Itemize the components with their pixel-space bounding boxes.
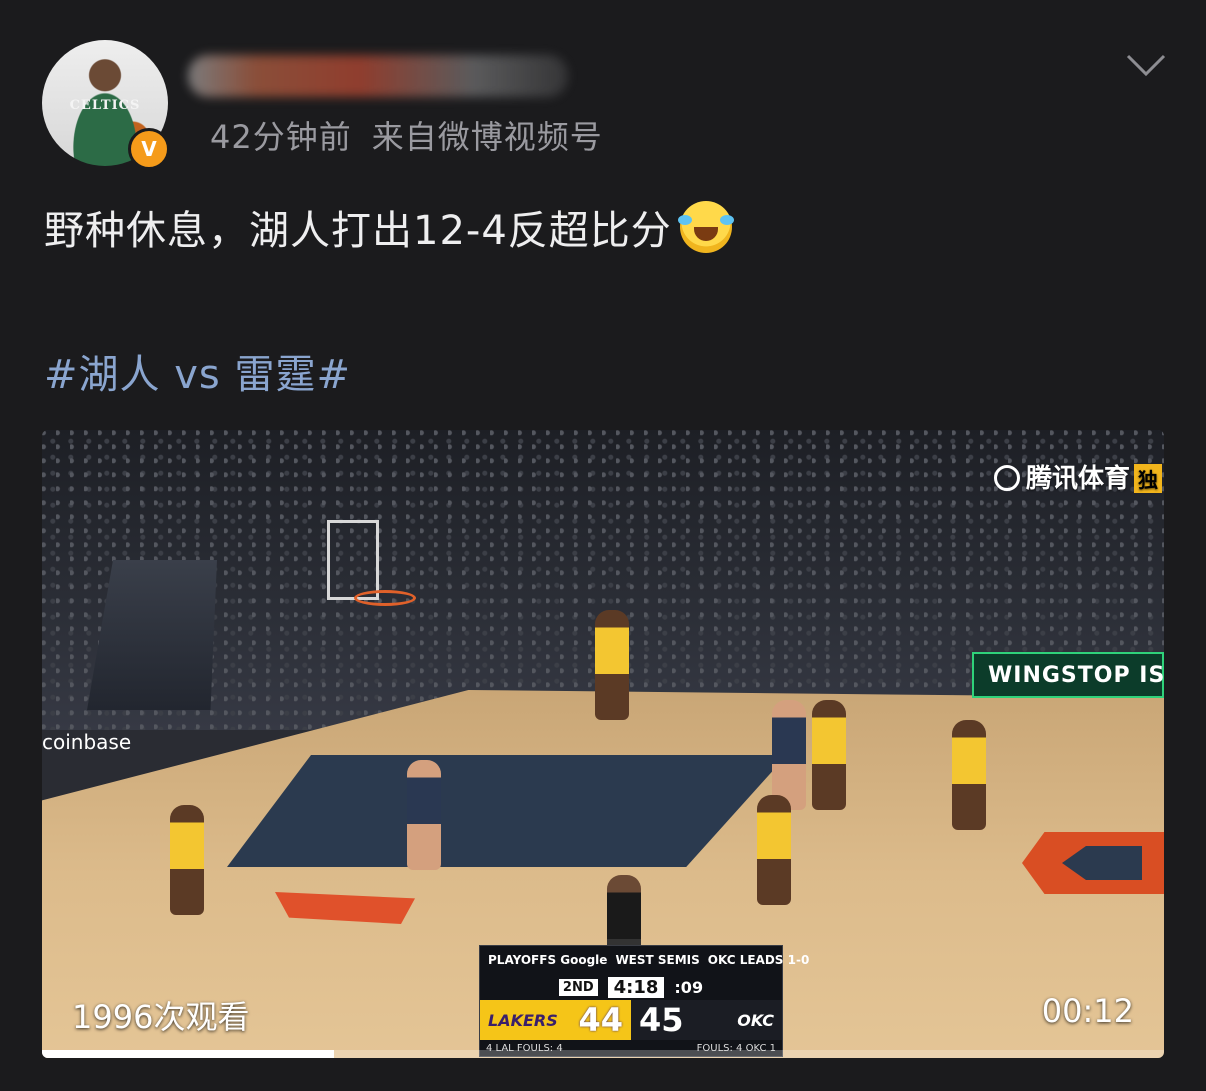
video-view-count: 1996次观看 — [72, 998, 250, 1036]
tencent-sports-logo-icon — [994, 465, 1020, 491]
video-player-figure — [952, 720, 986, 830]
video-duration: 00:12 — [1041, 992, 1134, 1030]
video-player[interactable]: WINGSTOP IS coinbase 腾讯体育独 PLAYOFFS Goog… — [42, 430, 1164, 1058]
scorebug-clock: 4:18 — [607, 976, 665, 998]
post-source[interactable]: 来自微博视频号 — [372, 118, 603, 156]
chevron-down-icon[interactable] — [1122, 48, 1170, 82]
video-court-logo — [1022, 832, 1164, 894]
scorebug: PLAYOFFS Google WEST SEMIS OKC LEADS 1-0… — [479, 945, 809, 1057]
scorebug-home: LAKERS 44 — [480, 1000, 631, 1040]
scorebug-home-abbr: LAKERS — [488, 1010, 558, 1030]
video-coinbase-ad: coinbase — [42, 730, 132, 754]
scorebug-series-status: OKC LEADS 1-0 — [707, 953, 810, 967]
avatar-jersey-text: CELTICS — [69, 98, 141, 113]
hashtag-link[interactable]: #湖人 vs 雷霆# — [44, 342, 351, 400]
post-text-content: 野种休息，湖人打出12-4反超比分 — [44, 208, 672, 254]
video-backboard — [327, 520, 379, 600]
scorebug-away-abbr: OKC — [737, 1010, 774, 1030]
scorebug-quarter: 2ND — [558, 978, 598, 996]
video-player-figure — [772, 700, 806, 810]
video-player-figure — [595, 610, 629, 720]
verified-badge-icon: V — [128, 128, 170, 170]
video-player-figure — [812, 700, 846, 810]
post-time: 42分钟前 — [210, 118, 352, 156]
scorebug-away: 45 OKC — [631, 1000, 782, 1040]
video-progress-fill — [42, 1050, 334, 1058]
video-player-figure — [407, 760, 441, 870]
post-meta: 42分钟前 来自微博视频号 — [210, 112, 603, 158]
scorebug-playoffs: PLAYOFFS Google — [488, 953, 608, 967]
video-hoop — [354, 590, 416, 606]
post-text: 野种休息，湖人打出12-4反超比分 — [44, 198, 734, 256]
laugh-cry-emoji-icon — [677, 201, 734, 253]
scorebug-away-score: 45 — [639, 1001, 684, 1039]
video-player-figure — [757, 795, 791, 905]
video-watermark-text: 腾讯体育 — [1026, 464, 1131, 494]
video-watermark-badge: 独 — [1134, 464, 1163, 493]
scorebug-home-score: 44 — [578, 1001, 623, 1039]
username-blurred[interactable] — [188, 55, 568, 97]
video-wingstop-ad: WINGSTOP IS — [972, 652, 1164, 698]
video-watermark: 腾讯体育独 — [994, 458, 1163, 495]
video-player-figure — [170, 805, 204, 915]
scorebug-series: WEST SEMIS — [615, 953, 700, 967]
video-progress-bar[interactable] — [42, 1050, 1164, 1058]
scorebug-shot-clock: :09 — [674, 977, 704, 997]
